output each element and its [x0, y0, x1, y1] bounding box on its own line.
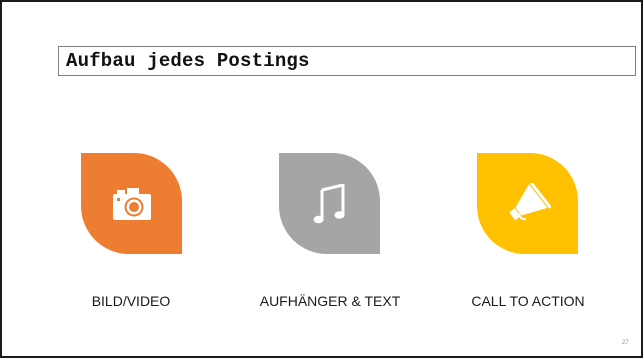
- tile-call-to-action: [477, 153, 578, 254]
- tile-bild-video: [81, 153, 182, 254]
- megaphone-icon: [508, 182, 551, 220]
- slide: Aufbau jedes Postings BILD/VIDEO AUFHÄNG…: [0, 0, 643, 358]
- caption-call-to-action: CALL TO ACTION: [471, 293, 585, 309]
- camera-icon: [112, 187, 151, 220]
- caption-bild-video: BILD/VIDEO: [91, 293, 171, 309]
- page-title: Aufbau jedes Postings: [66, 50, 310, 72]
- title-box: Aufbau jedes Postings: [58, 46, 636, 76]
- tile-aufhaenger-text: [279, 153, 380, 254]
- caption-aufhaenger-text: AUFHÄNGER & TEXT: [259, 293, 401, 309]
- page-number: 27: [622, 340, 629, 346]
- music-note-icon: [313, 183, 344, 223]
